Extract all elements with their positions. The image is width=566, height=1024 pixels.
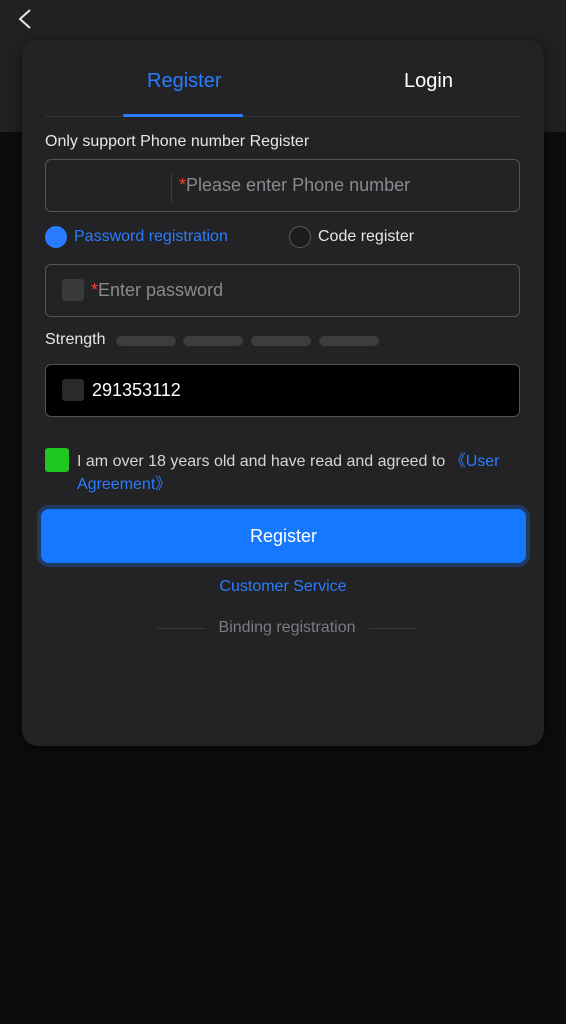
chevron-left-icon (18, 9, 31, 29)
register-hint: Only support Phone number Register (45, 133, 310, 150)
customer-service-link[interactable]: Customer Service (22, 578, 544, 596)
password-placeholder: *Enter password (91, 280, 223, 301)
radio-unselected-icon (289, 226, 311, 248)
country-code-divider (171, 172, 172, 202)
strength-segment-2 (183, 336, 243, 346)
divider-left (156, 627, 205, 629)
required-mark: * (179, 175, 187, 195)
tab-login[interactable]: Login (404, 70, 453, 93)
password-placeholder-text: Enter password (98, 280, 224, 300)
binding-registration-row: Binding registration (142, 618, 432, 638)
password-input[interactable]: *Enter password (45, 264, 520, 317)
strength-segment-1 (116, 336, 176, 346)
agreement-statement: I am over 18 years old and have read and… (77, 453, 450, 470)
invite-code-input[interactable]: 291353112 (45, 364, 520, 417)
radio-password-label: Password registration (74, 228, 228, 245)
tab-bar: Register Login (45, 40, 521, 117)
active-tab-indicator (123, 114, 243, 117)
phone-input[interactable]: *Please enter Phone number (45, 159, 520, 212)
back-button[interactable] (12, 6, 38, 32)
register-mode-group: Password registration Code register (45, 226, 521, 250)
agreement-text: I am over 18 years old and have read and… (77, 450, 517, 496)
radio-code-label: Code register (318, 228, 415, 245)
radio-selected-icon (45, 226, 67, 248)
invite-code-icon (62, 379, 84, 401)
binding-registration-link[interactable]: Binding registration (219, 619, 356, 637)
phone-placeholder-text: Please enter Phone number (186, 175, 411, 195)
radio-password-registration[interactable]: Password registration (45, 226, 228, 248)
required-mark: * (91, 280, 99, 300)
radio-code-register[interactable]: Code register (289, 226, 414, 248)
agreement-checkbox[interactable] (45, 448, 69, 472)
lock-icon (62, 279, 84, 301)
strength-label: Strength (45, 331, 106, 348)
phone-placeholder: *Please enter Phone number (179, 175, 410, 196)
invite-code-value: 291353112 (92, 380, 181, 400)
register-button[interactable]: Register (41, 509, 526, 563)
strength-segment-3 (251, 336, 311, 346)
register-card: Register Login Only support Phone number… (22, 40, 544, 746)
strength-segment-4 (319, 336, 379, 346)
divider-right (369, 627, 418, 629)
tab-register[interactable]: Register (147, 70, 221, 93)
